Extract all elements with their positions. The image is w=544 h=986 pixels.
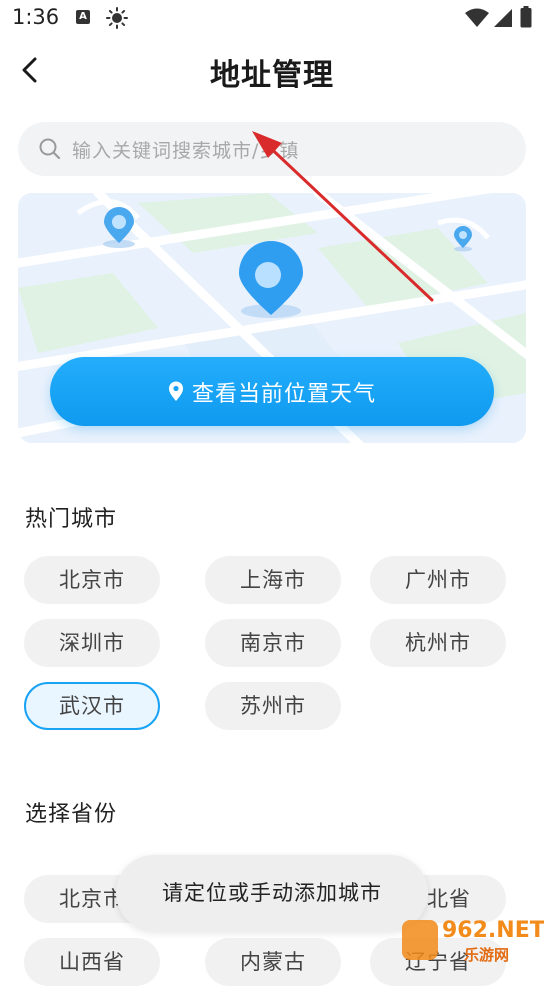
notification-a-icon: A bbox=[76, 10, 90, 24]
select-province-title: 选择省份 bbox=[25, 802, 118, 827]
battery-icon bbox=[520, 6, 532, 28]
hot-city-chip-selected[interactable]: 武汉市 bbox=[24, 682, 160, 730]
search-placeholder: 输入关键词搜索城市/乡镇 bbox=[72, 140, 300, 162]
brightness-icon bbox=[106, 7, 128, 29]
watermark-brand: 962.NET bbox=[442, 918, 544, 943]
watermark-subtitle: 乐游网 bbox=[464, 946, 510, 964]
province-chip[interactable]: 内蒙古 bbox=[205, 938, 341, 986]
location-pin-icon bbox=[169, 381, 183, 401]
site-watermark: 962.NET 乐游网 bbox=[402, 912, 544, 968]
province-chip[interactable]: 山西省 bbox=[24, 938, 160, 986]
signal-icon bbox=[494, 9, 512, 27]
search-input[interactable]: 输入关键词搜索城市/乡镇 bbox=[18, 122, 526, 176]
search-icon bbox=[39, 138, 61, 160]
wifi-icon bbox=[465, 8, 489, 27]
hot-city-chip[interactable]: 杭州市 bbox=[370, 619, 506, 667]
status-time: 1:36 bbox=[12, 5, 60, 29]
status-bar: 1:36 A bbox=[0, 0, 544, 36]
hot-city-chip[interactable]: 广州市 bbox=[370, 556, 506, 604]
toast-message: 请定位或手动添加城市 bbox=[116, 855, 428, 931]
view-current-location-weather-button[interactable]: 查看当前位置天气 bbox=[50, 357, 494, 426]
hot-city-chip[interactable]: 上海市 bbox=[205, 556, 341, 604]
hot-city-chip[interactable]: 南京市 bbox=[205, 619, 341, 667]
hot-city-chip[interactable]: 苏州市 bbox=[205, 682, 341, 730]
locate-button-label: 查看当前位置天气 bbox=[192, 382, 377, 407]
hot-city-chip[interactable]: 北京市 bbox=[24, 556, 160, 604]
hot-cities-title: 热门城市 bbox=[25, 507, 118, 532]
hot-city-chip[interactable]: 深圳市 bbox=[24, 619, 160, 667]
page-title: 地址管理 bbox=[210, 58, 334, 93]
